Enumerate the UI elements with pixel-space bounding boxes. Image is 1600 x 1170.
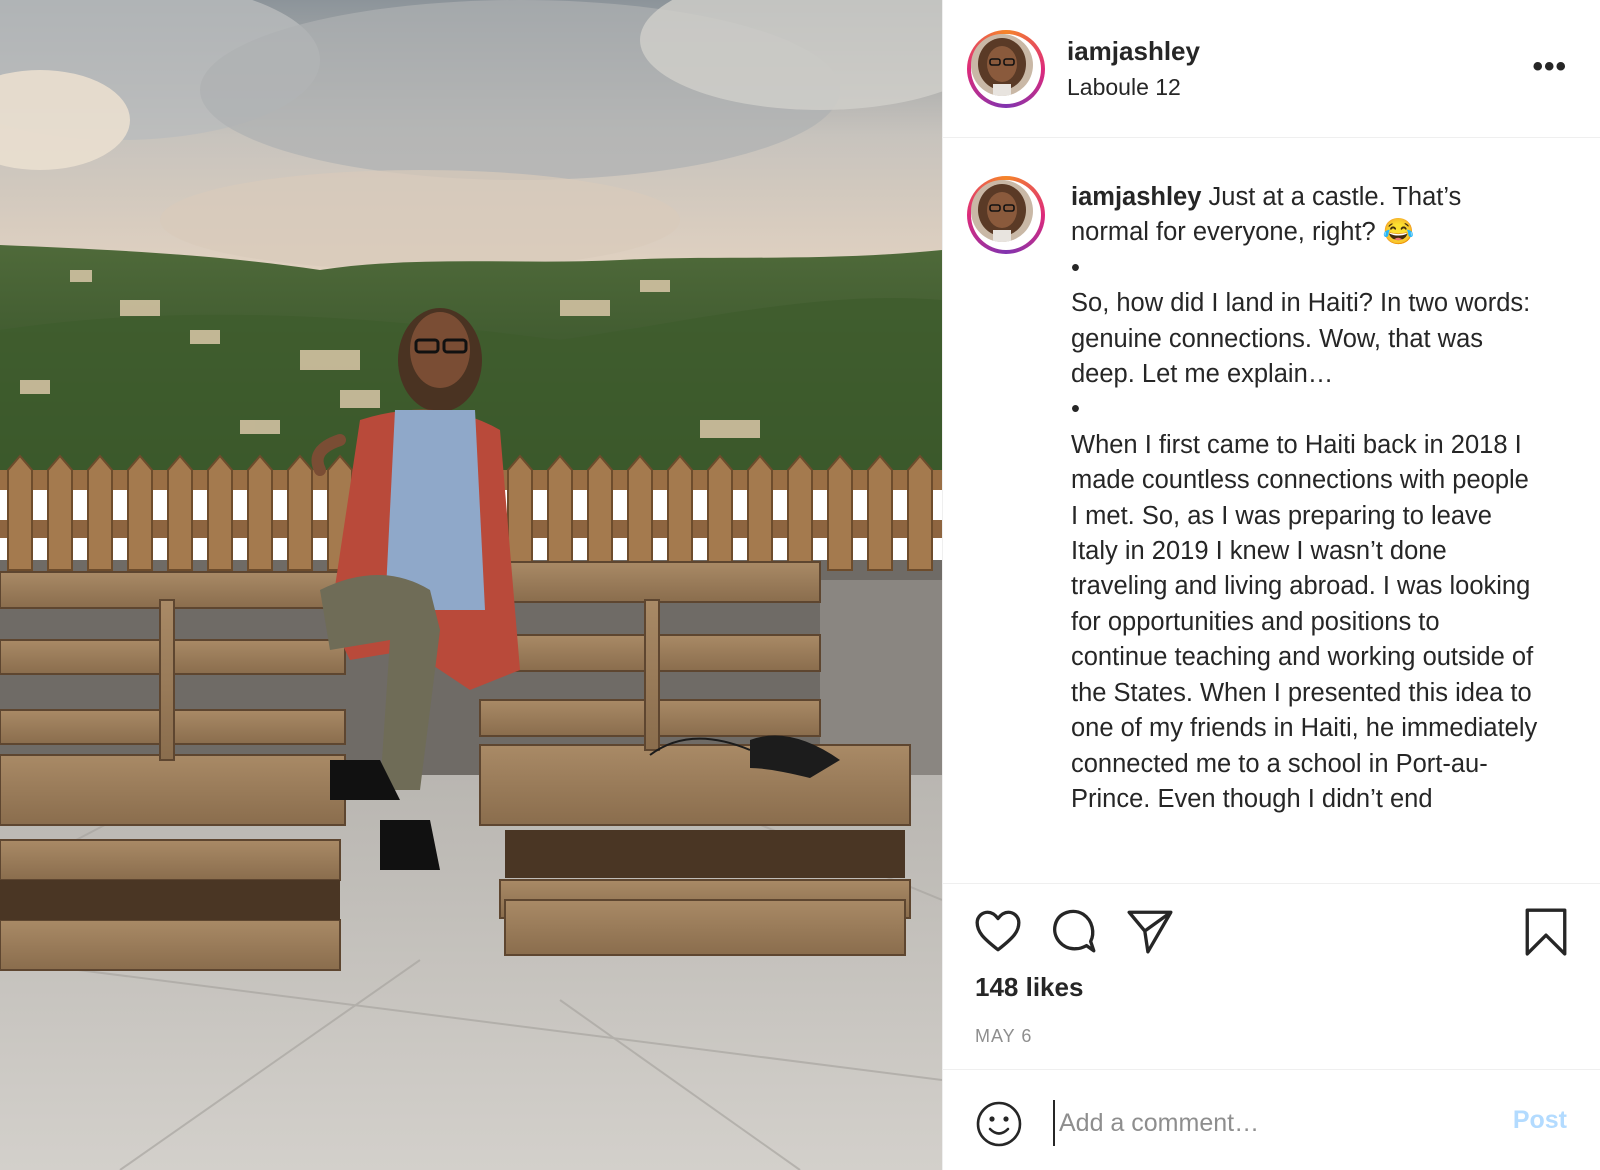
comment-input[interactable] xyxy=(1053,1100,1481,1146)
post-actions: 148 likes MAY 6 xyxy=(943,883,1600,1069)
paper-plane-icon[interactable] xyxy=(1125,906,1175,956)
more-options-button[interactable]: ••• xyxy=(1532,50,1567,84)
post-date[interactable]: MAY 6 xyxy=(975,1026,1032,1047)
caption-author-avatar[interactable] xyxy=(967,176,1045,254)
caption-bullet: • xyxy=(1071,253,1080,282)
avatar-portrait xyxy=(971,180,1033,242)
bookmark-icon[interactable] xyxy=(1521,906,1571,956)
smiley-icon[interactable] xyxy=(975,1100,1023,1148)
post-location[interactable]: Laboule 12 xyxy=(1067,74,1181,101)
post-header: iamjashley Laboule 12 ••• xyxy=(943,0,1600,138)
caption-bullet: • xyxy=(1071,395,1080,424)
caption-paragraph: When I first came to Haiti back in 2018 … xyxy=(1071,430,1538,813)
caption-paragraph: So, how did I land in Haiti? In two word… xyxy=(1071,289,1531,389)
post-view: iamjashley Laboule 12 ••• iamjashley Jus… xyxy=(0,0,1600,1170)
post-details-panel: iamjashley Laboule 12 ••• iamjashley Jus… xyxy=(942,0,1600,1170)
post-comment-button[interactable]: Post xyxy=(1513,1106,1567,1135)
post-caption: iamjashley Just at a castle. That’s norm… xyxy=(1071,180,1541,817)
post-photo[interactable] xyxy=(0,0,942,1170)
avatar-portrait xyxy=(971,34,1033,96)
caption-username[interactable]: iamjashley xyxy=(1071,183,1201,211)
author-username[interactable]: iamjashley xyxy=(1067,36,1200,67)
author-avatar[interactable] xyxy=(967,30,1045,108)
likes-count[interactable]: 148 likes xyxy=(975,972,1083,1003)
comment-bubble-icon[interactable] xyxy=(1049,906,1099,956)
heart-icon[interactable] xyxy=(973,906,1023,956)
photo-illustration xyxy=(0,0,942,1170)
caption-section: iamjashley Just at a castle. That’s norm… xyxy=(943,138,1600,883)
add-comment-bar: Post xyxy=(943,1069,1600,1170)
